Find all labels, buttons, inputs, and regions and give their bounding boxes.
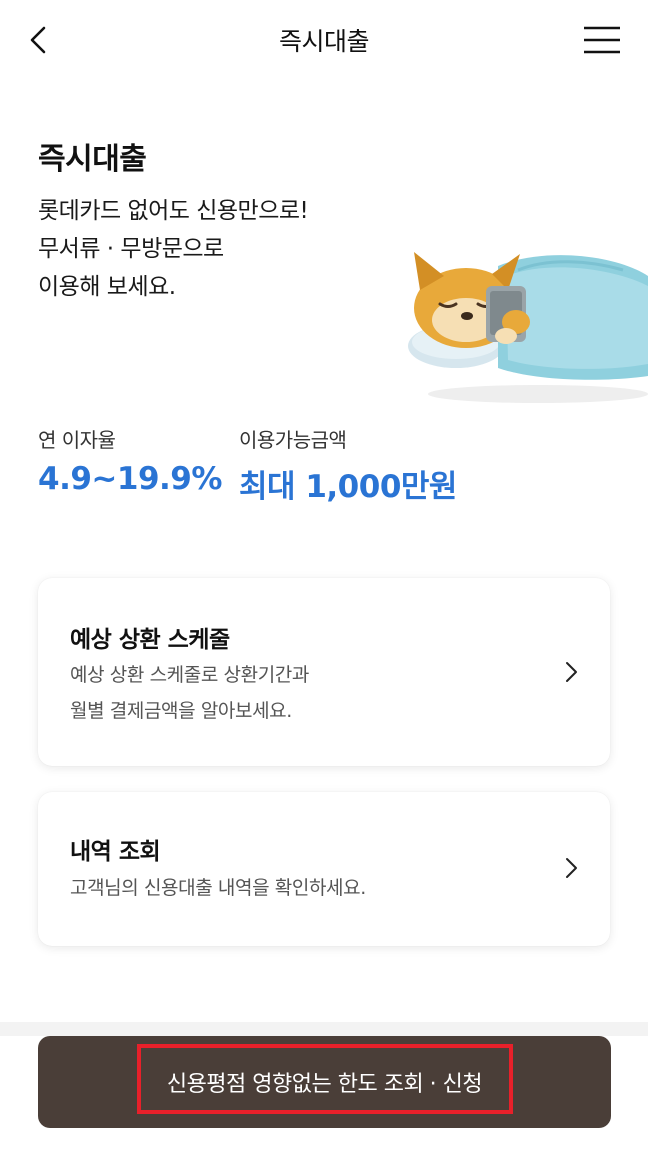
hero-description: 롯데카드 없어도 신용만으로! 무서류 · 무방문으로 이용해 보세요. bbox=[38, 192, 309, 306]
hero-desc-line: 롯데카드 없어도 신용만으로! bbox=[38, 198, 309, 224]
loan-stats: 연 이자율 4.9~19.9% 이용가능금액 최대 1,000만원 bbox=[38, 424, 618, 506]
menu-button[interactable] bbox=[582, 22, 622, 58]
card-desc-line: 예상 상환 스케줄로 상환기간과 bbox=[70, 664, 309, 686]
card-title: 내역 조회 bbox=[70, 839, 161, 865]
bottom-action-bar: 신용평점 영향없는 한도 조회 · 신청 bbox=[0, 1036, 648, 1176]
app-header: 즉시대출 bbox=[0, 0, 648, 80]
footer-divider bbox=[0, 1022, 648, 1036]
card-description: 고객님의 신용대출 내역을 확인하세요. bbox=[70, 870, 366, 906]
interest-rate-value: 4.9~19.9% bbox=[38, 461, 222, 497]
hero-desc-line: 이용해 보세요. bbox=[38, 274, 176, 300]
limit-inquiry-apply-button[interactable]: 신용평점 영향없는 한도 조회 · 신청 bbox=[38, 1036, 611, 1128]
card-desc-line: 고객님의 신용대출 내역을 확인하세요. bbox=[70, 877, 366, 899]
interest-rate-stat: 연 이자율 4.9~19.9% bbox=[38, 424, 222, 497]
loan-limit-value: 최대 1,000만원 bbox=[239, 469, 457, 505]
hero-desc-line: 무서류 · 무방문으로 bbox=[38, 236, 224, 262]
cta-label: 신용평점 영향없는 한도 조회 · 신청 bbox=[166, 1072, 483, 1097]
card-description: 예상 상환 스케줄로 상환기간과 월별 결제금액을 알아보세요. bbox=[70, 657, 309, 729]
page-title: 즉시대출 bbox=[278, 27, 370, 56]
interest-rate-label: 연 이자율 bbox=[38, 428, 116, 452]
chevron-right-icon bbox=[566, 662, 577, 682]
sleeping-dog-with-phone-illustration bbox=[408, 252, 648, 403]
loan-limit-label: 이용가능금액 bbox=[239, 428, 347, 452]
hamburger-menu-icon bbox=[584, 26, 620, 54]
hero-title: 즉시대출 bbox=[38, 142, 147, 177]
repayment-schedule-card[interactable]: 예상 상환 스케줄 예상 상환 스케줄로 상환기간과 월별 결제금액을 알아보세… bbox=[38, 578, 610, 766]
loan-history-card[interactable]: 내역 조회 고객님의 신용대출 내역을 확인하세요. bbox=[38, 792, 610, 946]
chevron-right-icon bbox=[566, 858, 577, 878]
card-desc-line: 월별 결제금액을 알아보세요. bbox=[70, 700, 292, 722]
card-title: 예상 상환 스케줄 bbox=[70, 627, 230, 653]
loan-limit-stat: 이용가능금액 최대 1,000만원 bbox=[239, 424, 457, 506]
hero-section: 즉시대출 롯데카드 없어도 신용만으로! 무서류 · 무방문으로 이용해 보세요… bbox=[0, 110, 648, 410]
